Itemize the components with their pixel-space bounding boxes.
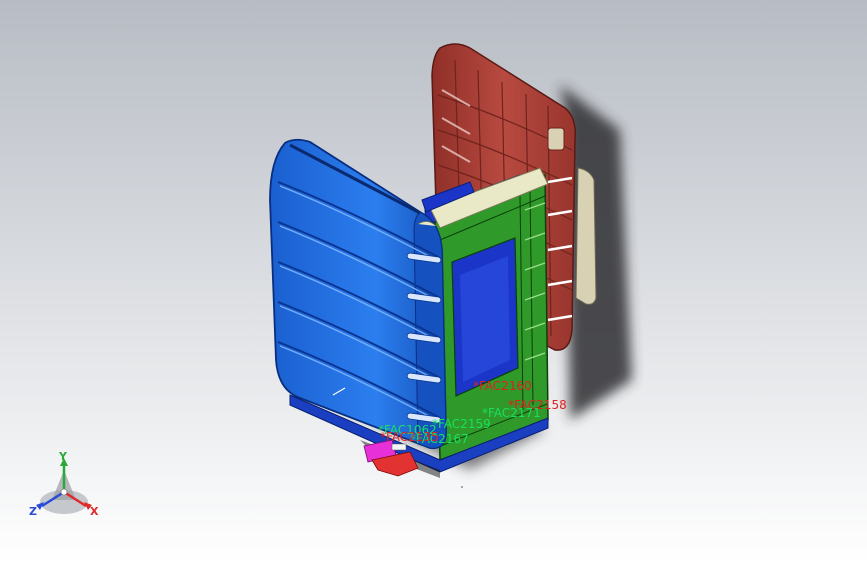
annotation-fac2135: *FAC2135 (380, 430, 439, 444)
cad-graphics-viewport[interactable]: *FAC2160 *FAC2158 *FAC2171 *FAC2159 *FAC… (0, 0, 867, 562)
annotation-fac2160: *FAC2160 (473, 379, 532, 393)
annotation-fac2159: *FAC2159 (432, 417, 491, 431)
cad-scene[interactable]: *FAC2160 *FAC2158 *FAC2171 *FAC2159 *FAC… (0, 0, 867, 562)
annotation-fac2171: *FAC2171 (482, 406, 541, 420)
x-axis-label: X (90, 505, 99, 518)
z-axis-label: Z (29, 505, 37, 518)
y-axis-label: Y (58, 450, 68, 463)
origin-dot (461, 486, 463, 488)
beige-side-plate[interactable] (575, 167, 597, 305)
